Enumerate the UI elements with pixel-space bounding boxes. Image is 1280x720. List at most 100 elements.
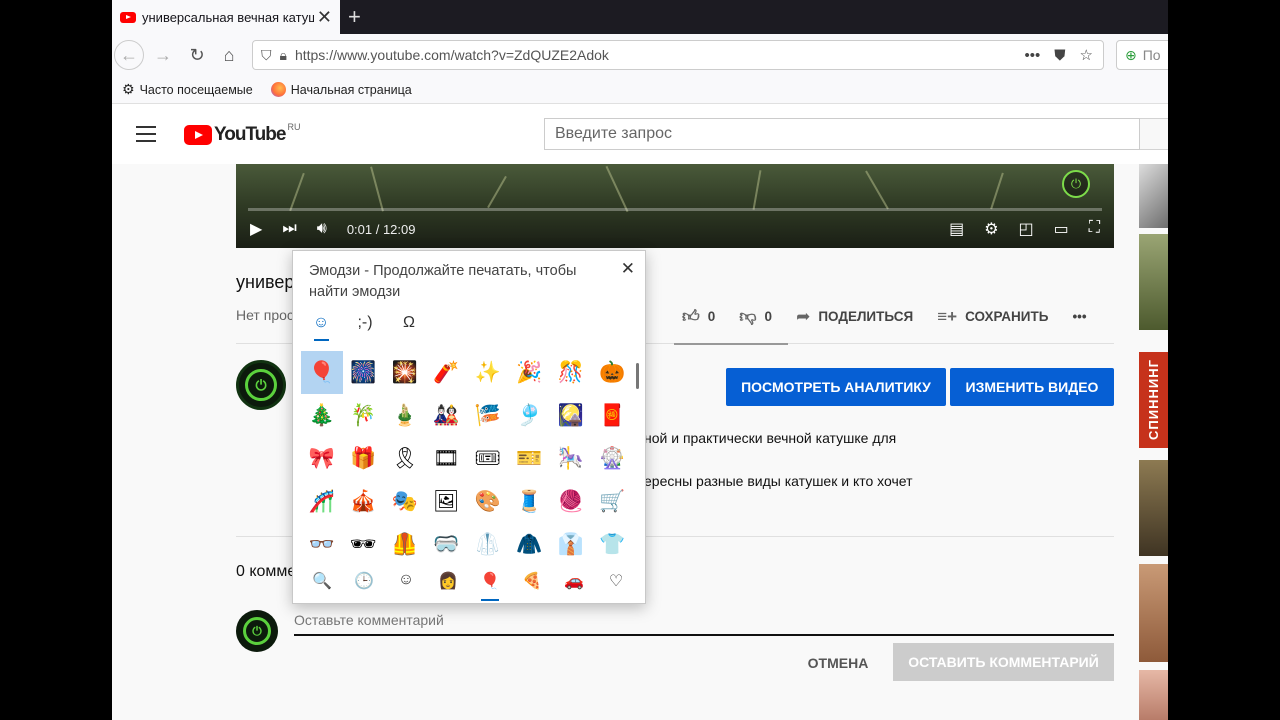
emoji-cell[interactable]: 👓	[301, 523, 343, 566]
emoji-cell[interactable]: 🎀	[301, 437, 343, 480]
tab-symbols[interactable]: Ω	[397, 311, 421, 335]
dislike-button[interactable]: 👎︎ 0	[739, 306, 772, 327]
play-icon[interactable]: ▶	[250, 219, 262, 239]
emoji-cell[interactable]: 🎍	[384, 394, 426, 437]
channel-watermark-icon[interactable]: ⏻	[1062, 170, 1090, 198]
related-video-thumbnail[interactable]	[1139, 164, 1168, 228]
emoji-cell[interactable]: 🧧	[592, 394, 634, 437]
bookmark-most-visited[interactable]: ⚙ Часто посещаемые	[122, 81, 253, 98]
emoji-cell[interactable]: 👕	[592, 523, 634, 566]
emoji-cell[interactable]: 🛒	[592, 480, 634, 523]
emoji-cell[interactable]: 🎭	[384, 480, 426, 523]
emoji-cell[interactable]: 🧨	[426, 351, 468, 394]
category-celebration-icon[interactable]: 🎈	[478, 571, 502, 601]
emoji-cell[interactable]: 🦺	[384, 523, 426, 566]
emoji-cell[interactable]: 🥼	[467, 523, 509, 566]
category-people-icon[interactable]: 👩	[436, 571, 460, 591]
home-button[interactable]: ⌂	[214, 41, 244, 69]
emoji-cell[interactable]: 🎆	[343, 351, 385, 394]
emoji-cell[interactable]: 🖼	[426, 480, 468, 523]
subtitles-icon[interactable]: ▤	[949, 219, 964, 239]
emoji-cell[interactable]: 🎡	[592, 437, 634, 480]
category-search-icon[interactable]: 🔍	[310, 571, 334, 591]
forward-button[interactable]: →	[148, 41, 178, 69]
shield-icon[interactable]: ⛉	[261, 47, 272, 64]
volume-icon[interactable]: 🔊︎	[317, 220, 327, 238]
reload-button[interactable]: ↻	[182, 41, 212, 69]
lock-icon[interactable]: 🔒︎	[280, 47, 287, 64]
category-symbols-icon[interactable]: ♡	[604, 571, 628, 591]
emoji-cell[interactable]: 🧥	[509, 523, 551, 566]
emoji-cell[interactable]: 🎗	[384, 437, 426, 480]
submit-comment-button[interactable]: ОСТАВИТЬ КОММЕНТАРИЙ	[893, 643, 1114, 681]
cancel-button[interactable]: ОТМЕНА	[792, 646, 884, 680]
emoji-cell[interactable]: 🎁	[343, 437, 385, 480]
emoji-cell[interactable]: 🎑	[550, 394, 592, 437]
related-video-thumbnail[interactable]	[1139, 564, 1168, 662]
category-food-icon[interactable]: 🍕	[520, 571, 544, 591]
active-tab[interactable]: универсальная вечная катушка ✕	[112, 0, 340, 34]
related-video-thumbnail[interactable]	[1139, 670, 1168, 720]
category-travel-icon[interactable]: 🚗	[562, 571, 586, 591]
related-video-thumbnail[interactable]: СПИННИНГ	[1139, 352, 1168, 448]
emoji-cell[interactable]: 🎎	[426, 394, 468, 437]
save-button[interactable]: ≡+ СОХРАНИТЬ	[937, 307, 1048, 327]
more-actions-button[interactable]: •••	[1072, 309, 1086, 324]
emoji-cell[interactable]: 🎠	[550, 437, 592, 480]
related-video-thumbnail[interactable]	[1139, 234, 1168, 330]
pocket-icon[interactable]: ⛊	[1054, 47, 1065, 64]
emoji-cell[interactable]: 🎈	[301, 351, 343, 394]
emoji-cell[interactable]: 🕶	[343, 523, 385, 566]
theater-mode-icon[interactable]: ▭	[1054, 219, 1069, 239]
emoji-cell[interactable]: 🥽	[426, 523, 468, 566]
analytics-button[interactable]: ПОСМОТРЕТЬ АНАЛИТИКУ	[726, 368, 946, 406]
search-button[interactable]	[1140, 118, 1168, 150]
close-tab-icon[interactable]: ✕	[317, 7, 332, 28]
emoji-cell[interactable]: 🎫	[509, 437, 551, 480]
like-button[interactable]: 👍︎ 0	[682, 306, 715, 327]
emoji-cell[interactable]: 🧶	[550, 480, 592, 523]
tab-emoji[interactable]: ☺	[309, 311, 333, 341]
next-icon[interactable]: ⏭	[282, 220, 296, 238]
url-text[interactable]: https://www.youtube.com/watch?v=ZdQUZE2A…	[295, 47, 609, 63]
emoji-cell[interactable]: 🎞	[426, 437, 468, 480]
emoji-cell[interactable]: 🎪	[343, 480, 385, 523]
share-button[interactable]: ➦ ПОДЕЛИТЬСЯ	[796, 307, 913, 327]
related-video-thumbnail[interactable]	[1139, 460, 1168, 556]
scrollbar[interactable]	[636, 363, 639, 389]
emoji-cell[interactable]: 🎋	[343, 394, 385, 437]
channel-avatar[interactable]: ⏻	[236, 360, 286, 410]
youtube-logo[interactable]: YouTube RU	[184, 122, 300, 146]
hamburger-menu-icon[interactable]	[136, 126, 156, 142]
emoji-cell[interactable]: 🎢	[301, 480, 343, 523]
back-button[interactable]: ←	[114, 40, 144, 70]
emoji-cell[interactable]: 🎄	[301, 394, 343, 437]
comment-input[interactable]: Оставьте комментарий	[294, 612, 1114, 636]
emoji-cell[interactable]: 🎉	[509, 351, 551, 394]
bookmark-star-icon[interactable]: ☆	[1080, 46, 1093, 64]
new-tab-button[interactable]: +	[348, 4, 361, 30]
close-icon[interactable]: ✕	[621, 259, 635, 279]
address-bar[interactable]: ⛉ 🔒︎ https://www.youtube.com/watch?v=ZdQ…	[252, 40, 1104, 70]
emoji-cell[interactable]: 🎃	[592, 351, 634, 394]
emoji-cell[interactable]: 🎏	[467, 394, 509, 437]
search-box[interactable]: ⊕ По	[1116, 40, 1168, 70]
emoji-cell[interactable]: 🎐	[509, 394, 551, 437]
miniplayer-icon[interactable]: ◰	[1019, 219, 1034, 239]
emoji-cell[interactable]: 🧵	[509, 480, 551, 523]
emoji-cell[interactable]: 🎊	[550, 351, 592, 394]
search-input[interactable]: Введите запрос	[544, 118, 1140, 150]
emoji-cell[interactable]: 🎟	[467, 437, 509, 480]
emoji-cell[interactable]: 👔	[550, 523, 592, 566]
emoji-cell[interactable]: 🎇	[384, 351, 426, 394]
emoji-cell[interactable]: ✨	[467, 351, 509, 394]
bookmark-start-page[interactable]: Начальная страница	[270, 82, 412, 97]
edit-video-button[interactable]: ИЗМЕНИТЬ ВИДЕО	[950, 368, 1114, 406]
category-smileys-icon[interactable]: ☺	[394, 571, 418, 591]
fullscreen-icon[interactable]: ⛶	[1089, 219, 1100, 239]
emoji-cell[interactable]: 🎨	[467, 480, 509, 523]
page-actions-icon[interactable]: •••	[1025, 47, 1041, 64]
settings-icon[interactable]: ⚙	[984, 219, 998, 239]
category-recent-icon[interactable]: 🕒	[352, 571, 376, 591]
video-player[interactable]: ⏻ ▶ ⏭ 🔊︎ 0:01 / 12:09 ▤ ⚙ ◰ ▭ ⛶	[236, 164, 1114, 248]
